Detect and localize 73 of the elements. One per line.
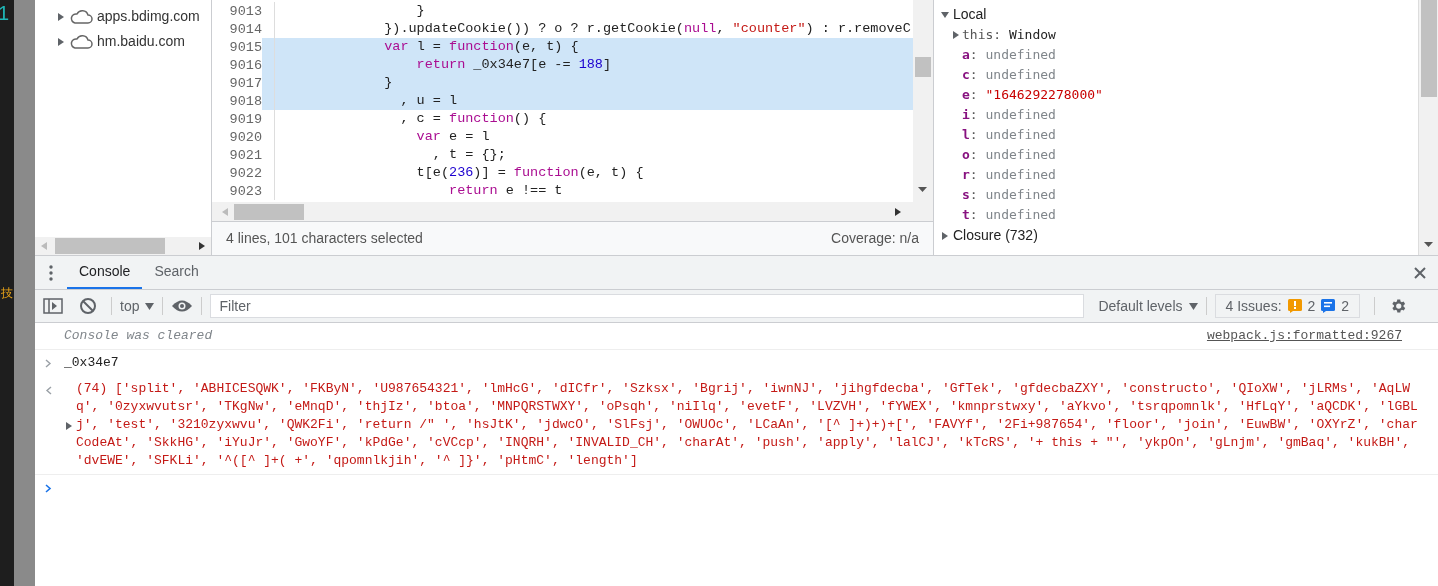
scope-variable[interactable]: o: undefined — [962, 145, 1056, 165]
code-line: return e !== t — [448, 181, 563, 200]
console-command-text: _0x34e7 — [64, 354, 119, 373]
selection-status: 4 lines, 101 characters selected — [226, 229, 423, 248]
line-number: 9015 — [212, 38, 262, 56]
scope-variable[interactable]: r: undefined — [962, 165, 1056, 185]
scroll-thumb[interactable] — [234, 203, 304, 220]
issues-button[interactable]: 4 Issues: 2 2 — [1214, 294, 1361, 318]
vertical-scrollbar[interactable] — [1418, 0, 1438, 255]
horizontal-scrollbar[interactable] — [212, 202, 933, 222]
code-line: , t = {}; — [431, 145, 506, 164]
code-line: } — [415, 1, 425, 20]
expand-arrow-icon[interactable] — [57, 12, 65, 21]
eye-icon[interactable] — [171, 299, 194, 313]
line-number: 9017 — [212, 74, 262, 92]
coverage-status: Coverage: n/a — [831, 229, 919, 248]
array-output[interactable]: (74) ['split', 'ABHICESQWK', 'FKByN', 'U987654321', 'lmHcG', 'dICfr', 'Szksx', 'Bgrij', 'iwnNJ', 'jihgfdecba', 'GfTek', 'gfdecbaZXY', 'constructo', 'QIoXW', 'jLRMs', 'AqLWq', '0zyxwvutsr', 'TKgNw', 'eMnqD', 'thjIz', 'btoa', 'MNPQRSTWXY', 'oPsqh', 'niIlq', 'evetF', 'LVZVH', 'fYWEX', 'kmnprstwxy', 'aYkvo', 'tsrqpomnlk', 'HfLqY', 'aQCDK', 'lGBLj', 'test', '3210zyxwvu', 'QWK2Fi', 'return /" ', 'hsJtK', 'jdwcO', 'SlFsj', 'OWUOc', 'LCaAn', '[^ ]+)+)+[', 'FAVYf', '2Fi+987654', 'floor', 'join', 'EuwBW', 'OXYrZ', 'charCodeAt', 'SkkHG', 'iYuJr', 'GwoYF', 'kPdGe', 'cVCcp', 'INQRH', 'INVALID_CH', 'charAt', 'push', 'apply', 'lalCJ', 'kTcRS', '+ this + "', 'ykpOn', 'gLnjm', 'gmBaq', 'kukBH', 'dvEWE', 'SFKLi', '^([^ ]+( +', 'qpomnlkjih', '^ ]}', 'pHtmC', 'length'] — [64, 380, 1418, 470]
drawer-tab[interactable]: Search — [142, 256, 211, 289]
clear-console-icon[interactable] — [79, 297, 97, 315]
scroll-thumb[interactable] — [915, 57, 931, 77]
warning-icon — [1287, 299, 1302, 313]
scroll-right-icon[interactable] — [895, 207, 901, 216]
prompt-chevron-icon — [45, 358, 52, 368]
scope-section[interactable]: Local — [953, 4, 987, 25]
caret-icon — [145, 302, 155, 310]
expand-arrow-icon[interactable] — [941, 231, 949, 240]
scope-variable[interactable]: a: undefined — [962, 45, 1056, 65]
scope-variable[interactable]: t: undefined — [962, 205, 1056, 225]
expand-arrow-icon[interactable] — [952, 31, 960, 39]
scope-variable[interactable]: c: undefined — [962, 65, 1056, 85]
domain-item[interactable]: apps.bdimg.com — [97, 6, 200, 27]
code-line: return _0x34e7[e -= 188] — [415, 55, 612, 74]
line-number: 9016 — [212, 56, 262, 74]
expand-arrow-icon[interactable] — [57, 37, 65, 46]
console-message: Console was cleared — [64, 327, 213, 346]
code-line: var e = l — [415, 127, 490, 146]
scroll-down-icon[interactable] — [1424, 242, 1433, 247]
scroll-down-icon[interactable] — [918, 187, 927, 192]
scope-variable[interactable]: this: Window — [962, 25, 1056, 45]
horizontal-scrollbar[interactable] — [35, 237, 211, 255]
code-line: } — [383, 73, 393, 92]
close-icon[interactable] — [1414, 266, 1426, 279]
scope-variable[interactable]: l: undefined — [962, 125, 1056, 145]
scope-section[interactable]: Closure (732) — [953, 225, 1038, 246]
caret-icon — [1188, 302, 1198, 310]
scroll-thumb[interactable] — [1421, 0, 1437, 97]
scroll-right-icon[interactable] — [199, 242, 205, 250]
sidebar-toggle-icon[interactable] — [43, 298, 63, 314]
more-options-icon[interactable] — [49, 264, 53, 281]
collapse-arrow-icon[interactable] — [941, 10, 949, 19]
scope-variable[interactable]: i: undefined — [962, 105, 1056, 125]
filter-field[interactable]: Filter — [210, 294, 1085, 318]
edge-text: 技 — [0, 286, 14, 300]
prompt-chevron-icon[interactable] — [45, 483, 52, 493]
code-line: , u = l — [399, 91, 458, 110]
source-link[interactable]: webpack.js:formatted:9267 — [1206, 326, 1402, 346]
line-number: 9018 — [212, 92, 262, 110]
expand-arrow-icon[interactable] — [65, 422, 73, 430]
levels-dropdown[interactable]: Default levels — [1098, 295, 1198, 317]
domain-item[interactable]: hm.baidu.com — [97, 31, 185, 52]
message-icon — [1321, 299, 1336, 313]
code-line: , c = function() { — [399, 109, 547, 128]
cloud-icon — [69, 8, 93, 25]
context-select[interactable]: top — [120, 295, 155, 317]
code-line: var l = function(e, t) { — [383, 37, 579, 56]
scope-variable[interactable]: s: undefined — [962, 185, 1056, 205]
scroll-thumb[interactable] — [55, 238, 165, 254]
code-line: }).updateCookie()) ? o ? r.getCookie(null, "counter") : r.removeC — [383, 19, 911, 38]
code-line: t[e(236)] = function(e, t) { — [415, 163, 644, 182]
scope-variable[interactable]: e: "1646292278000" — [962, 85, 1103, 105]
vertical-scrollbar[interactable] — [913, 0, 933, 202]
edge-text: 1 — [0, 1, 11, 26]
cloud-icon — [69, 33, 93, 50]
